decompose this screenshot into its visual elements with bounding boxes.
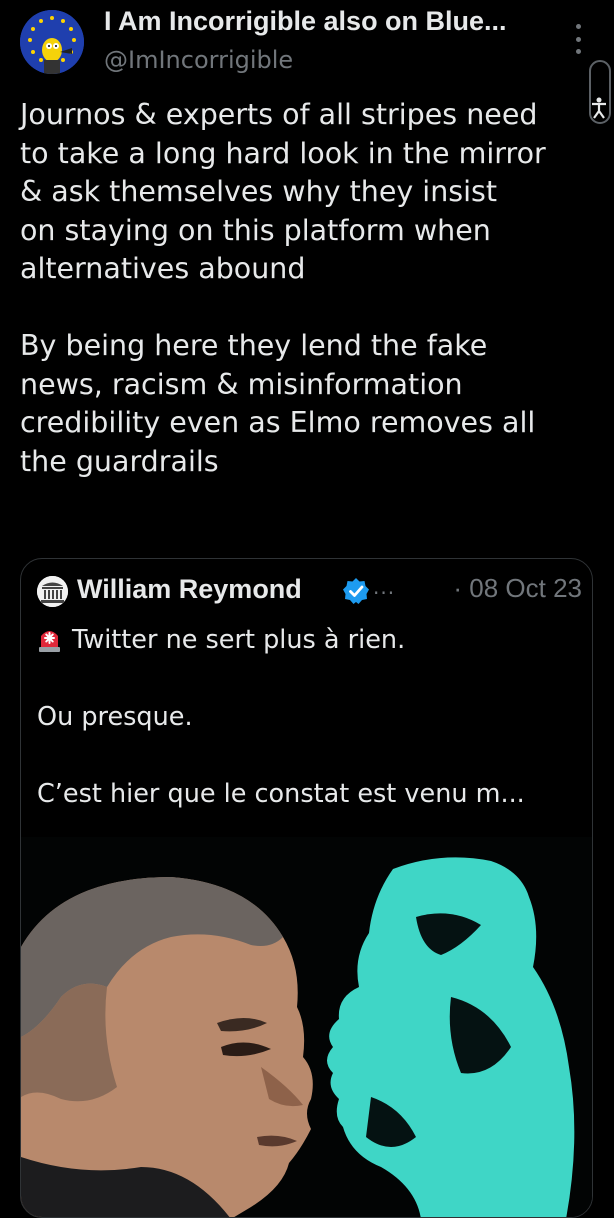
more-options-icon[interactable] <box>572 24 584 54</box>
author-display-name[interactable]: I Am Incorrigible also on Blue... <box>104 6 554 37</box>
quoted-tweet-date[interactable]: · 08 Oct 23 <box>453 573 582 604</box>
quoted-author-name[interactable]: William Reymond <box>77 574 302 605</box>
tweet-line: & ask themselves why they insist <box>20 175 498 208</box>
quoted-tweet-image[interactable] <box>21 837 592 1217</box>
tweet-line: to take a long hard look in the mirror <box>20 136 546 170</box>
quoted-tweet-header: William Reymond ... · 08 Oct 23 <box>37 573 582 609</box>
tweet-line: the guardrails <box>20 444 219 478</box>
rotating-light-icon <box>39 631 60 652</box>
quoted-tweet-card[interactable]: William Reymond ... · 08 Oct 23 Twitter … <box>20 558 593 1218</box>
quoted-name-ellipsis: ... <box>373 575 396 599</box>
quoted-author-avatar[interactable] <box>37 576 68 607</box>
tweet-body: Journos & experts of all stripes need to… <box>20 96 595 481</box>
tweet-line: on staying on this platform when <box>20 213 491 247</box>
quoted-line: C’est hier que le constat est venu m... <box>37 779 525 809</box>
author-avatar[interactable] <box>20 10 84 74</box>
quoted-tweet-text: Twitter ne sert plus à rien. Ou presque.… <box>37 621 577 814</box>
tweet-line: credibility even as Elmo removes all <box>20 406 536 439</box>
author-handle[interactable]: @ImIncorrigible <box>104 46 293 74</box>
verified-badge-icon <box>343 578 369 604</box>
tweet-line: news, racism & misinformation <box>20 367 463 401</box>
quoted-line: Twitter ne sert plus à rien. <box>72 625 406 655</box>
tweet-line: By being here they lend the fake <box>20 329 488 362</box>
tweet-line: alternatives abound <box>20 252 306 285</box>
tweet-line: Journos & experts of all stripes need <box>20 98 538 131</box>
quoted-line: Ou presque. <box>37 702 193 732</box>
